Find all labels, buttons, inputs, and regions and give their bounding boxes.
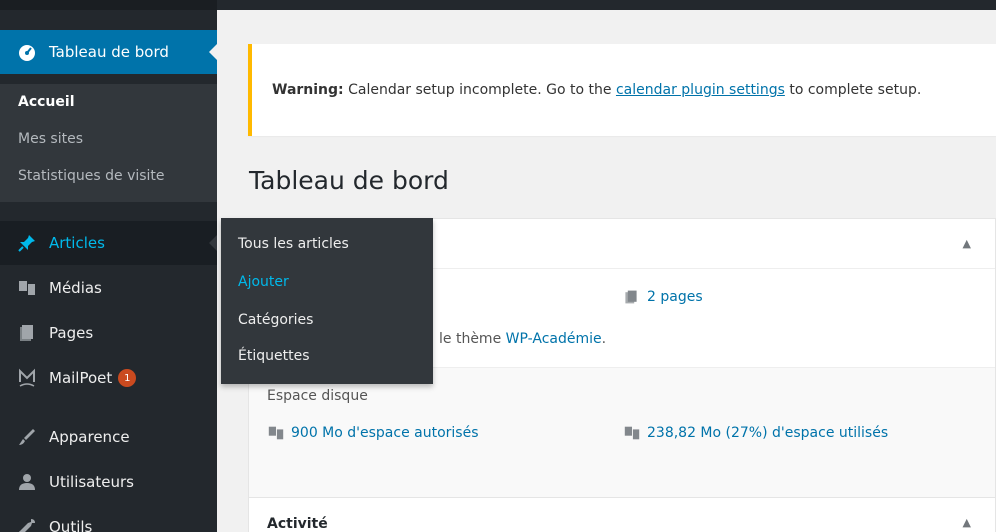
glance-pages-label: 2 pages [647, 289, 703, 305]
appearance-icon [17, 427, 37, 447]
menu-label-utilisateurs: Utilisateurs [49, 473, 134, 491]
notification-badge: 1 [118, 369, 137, 387]
admin-sidebar: Tableau de bord Accueil Mes sites Statis… [0, 0, 217, 532]
menu-item-articles[interactable]: Articles [0, 221, 217, 265]
submenu-item-statistiques[interactable]: Statistiques de visite [18, 168, 165, 184]
menu-item-dashboard[interactable]: Tableau de bord [0, 30, 217, 74]
theme-info: le thème WP-Académie. [439, 331, 606, 347]
flyout-item-ajouter[interactable]: Ajouter [238, 274, 289, 290]
calendar-warning-notice: Warning: Calendar setup incomplete. Go t… [248, 44, 996, 136]
disk-allowed-label: 900 Mo d'espace autorisés [291, 425, 479, 441]
menu-label-mailpoet: MailPoet [49, 369, 113, 387]
pages-icon [17, 323, 37, 343]
menu-label-outils: Outils [49, 518, 93, 532]
notice-text-after: to complete setup. [784, 82, 922, 98]
menu-item-utilisateurs[interactable]: Utilisateurs [0, 460, 217, 504]
menu-item-outils[interactable]: Outils [0, 505, 217, 532]
flyout-item-categories[interactable]: Catégories [238, 312, 313, 328]
submenu-item-accueil[interactable]: Accueil [18, 94, 75, 110]
activity-title: Activité [267, 516, 328, 532]
notice-text-before: Calendar setup incomplete. Go to the [343, 82, 616, 98]
media-icon [17, 278, 37, 298]
pages-icon [623, 289, 639, 305]
menu-item-medias[interactable]: Médias [0, 266, 217, 310]
calendar-settings-link[interactable]: calendar plugin settings [616, 82, 785, 98]
pin-icon [17, 233, 37, 253]
flyout-item-etiquettes[interactable]: Étiquettes [238, 348, 309, 364]
users-icon [17, 472, 37, 492]
submenu-item-mes-sites[interactable]: Mes sites [18, 131, 83, 147]
mailpoet-icon [17, 368, 37, 388]
dashboard-submenu: Accueil Mes sites Statistiques de visite [0, 84, 217, 202]
disk-allowed-link[interactable]: 900 Mo d'espace autorisés [267, 424, 479, 442]
dashboard-icon [17, 42, 37, 62]
disk-used-link[interactable]: 238,82 Mo (27%) d'espace utilisés [623, 424, 888, 442]
theme-prefix: le thème [439, 331, 506, 347]
admin-bar [217, 0, 996, 10]
media-icon [623, 424, 641, 442]
sidebar-top-strip [0, 0, 217, 10]
flyout-item-tous-les-articles[interactable]: Tous les articles [238, 236, 349, 252]
menu-label-pages: Pages [49, 324, 94, 342]
disk-used-label: 238,82 Mo (27%) d'espace utilisés [647, 425, 889, 441]
menu-label-articles: Articles [49, 234, 105, 252]
menu-item-apparence[interactable]: Apparence [0, 415, 217, 459]
glance-pages-link[interactable]: 2 pages [623, 289, 703, 305]
media-icon [267, 424, 285, 442]
activity-widget: Activité ▲ [248, 497, 996, 532]
disk-usage-section: Espace disque 900 Mo d'espace autorisés … [249, 367, 995, 498]
theme-link[interactable]: WP-Académie [506, 331, 602, 347]
menu-label-medias: Médias [49, 279, 102, 297]
theme-suffix: . [601, 331, 607, 347]
articles-flyout-menu: Tous les articles Ajouter Catégories Éti… [221, 218, 433, 384]
menu-label-dashboard: Tableau de bord [49, 43, 169, 61]
notice-strong: Warning: [272, 82, 344, 98]
menu-item-mailpoet[interactable]: MailPoet 1 [0, 356, 217, 400]
tools-icon [17, 517, 37, 532]
menu-item-pages[interactable]: Pages [0, 311, 217, 355]
collapse-toggle-icon[interactable]: ▲ [963, 237, 971, 250]
collapse-toggle-icon[interactable]: ▲ [963, 516, 971, 529]
menu-label-apparence: Apparence [49, 428, 130, 446]
disk-label: Espace disque [267, 388, 368, 404]
page-title: Tableau de bord [249, 166, 449, 195]
